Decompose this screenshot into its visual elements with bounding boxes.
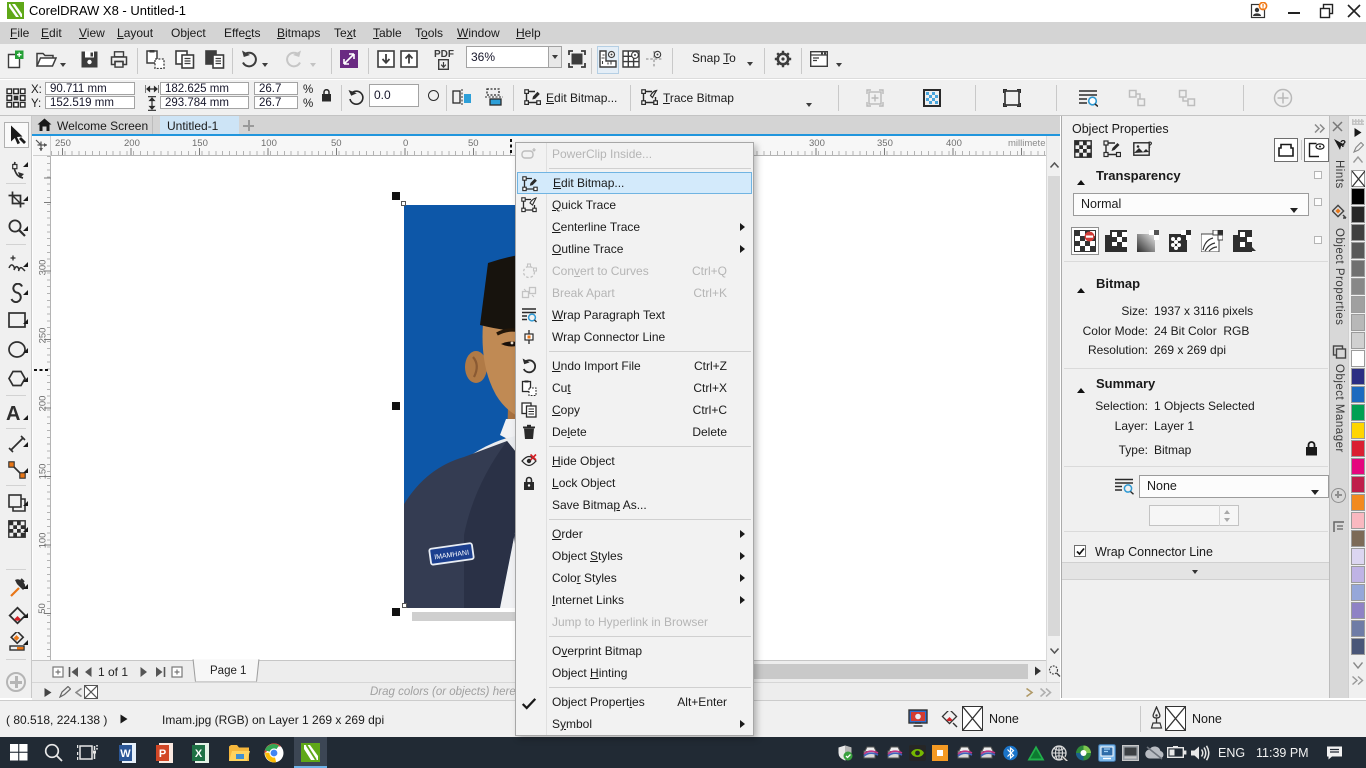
svg-text:?: ? xyxy=(1147,140,1153,150)
svg-text:?: ? xyxy=(1340,139,1346,150)
svg-text:X: X xyxy=(195,748,203,760)
svg-text:P: P xyxy=(159,748,166,760)
svg-text:W: W xyxy=(120,748,131,760)
